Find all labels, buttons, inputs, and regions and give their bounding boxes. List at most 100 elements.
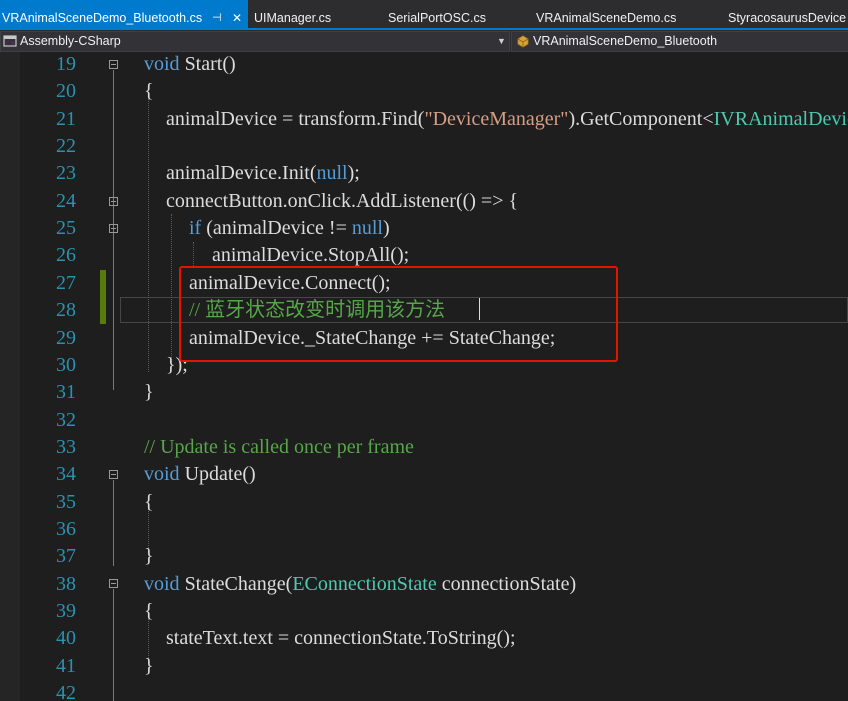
code-token: animalDevice.StopAll();	[212, 244, 410, 267]
code-token: ()	[222, 53, 236, 75]
line-number: 40	[56, 627, 76, 650]
collapse-icon[interactable]	[109, 224, 118, 233]
code-line: {	[144, 489, 154, 516]
code-token: "DeviceManager"	[424, 107, 569, 130]
line-number: 37	[56, 545, 76, 568]
line-number: 19	[56, 53, 76, 75]
pin-icon[interactable]: ⊣	[212, 0, 222, 28]
line-number: 20	[56, 80, 76, 103]
class-label: VRAnimalSceneDemo_Bluetooth	[533, 34, 718, 48]
line-number: 38	[56, 572, 76, 595]
code-line: }	[144, 543, 154, 570]
code-token: void	[144, 463, 185, 486]
line-number: 34	[56, 463, 76, 486]
project-label: Assembly-CSharp	[20, 34, 121, 48]
code-token: Update	[184, 463, 243, 486]
code-line: }	[144, 653, 154, 680]
code-token: }	[144, 545, 154, 568]
tab-serialportosc[interactable]: SerialPortOSC.cs	[368, 0, 516, 28]
collapse-icon[interactable]	[109, 470, 118, 479]
editor-margin	[0, 52, 20, 701]
indent-guide	[193, 242, 194, 268]
class-dropdown[interactable]: VRAnimalSceneDemo_Bluetooth	[511, 31, 848, 52]
line-number: 41	[56, 654, 76, 677]
line-number: 21	[56, 107, 76, 130]
tab-label: VRAnimalSceneDemo_Bluetooth.cs	[2, 11, 203, 25]
code-token: animalDevice = transform.Find(	[166, 107, 425, 130]
code-line: animalDevice.Init(null);	[166, 160, 360, 187]
code-token: null	[316, 162, 348, 185]
class-icon	[517, 35, 529, 48]
code-token: // Update is called once per frame	[144, 435, 414, 458]
line-number: 23	[56, 162, 76, 185]
code-token: null	[351, 217, 383, 240]
code-token: Start	[184, 53, 223, 75]
svg-text:C#: C#	[6, 41, 15, 48]
outline-line	[113, 589, 114, 701]
tab-uimanager[interactable]: UIManager.cs	[248, 0, 368, 28]
code-token: )	[383, 217, 390, 240]
text-cursor	[479, 298, 480, 320]
code-token: connectionState)	[436, 572, 577, 595]
code-editor[interactable]: 19 void Start() 20{21 animalDevice = transf…	[0, 52, 848, 701]
code-line: void Update()	[144, 461, 256, 488]
code-line: {	[144, 78, 154, 105]
code-token: ()	[242, 463, 256, 486]
change-marker	[100, 270, 106, 324]
code-line: connectButton.onClick.AddListener(() => …	[166, 188, 518, 215]
code-token: {	[144, 600, 154, 622]
collapse-icon[interactable]	[109, 197, 118, 206]
code-token: void	[144, 572, 185, 595]
code-line: void Start()	[144, 52, 236, 78]
code-token: (animalDevice !=	[206, 217, 352, 240]
code-token: void	[144, 53, 185, 75]
line-number: 27	[56, 271, 76, 294]
line-number: 32	[56, 408, 76, 431]
tab-label: UIManager.cs	[254, 11, 332, 25]
tab-label: StyracosaurusDevice	[728, 11, 847, 25]
tab-vranimalscenedemo-bluetooth[interactable]: VRAnimalSceneDemo_Bluetooth.cs ⊣ ✕	[0, 0, 248, 28]
code-line: void StateChange(EConnectionState connec…	[144, 571, 576, 598]
outline-line	[113, 480, 114, 566]
indent-guide	[148, 92, 149, 372]
tab-vranimalscenedemo[interactable]: VRAnimalSceneDemo.cs	[516, 0, 704, 28]
line-number: 29	[56, 326, 76, 349]
line-number: 26	[56, 244, 76, 267]
collapse-icon[interactable]	[109, 579, 118, 588]
indent-guide	[171, 214, 172, 362]
line-number: 35	[56, 490, 76, 513]
tab-styracosaurusdevice[interactable]: StyracosaurusDevice	[704, 0, 848, 28]
code-line: stateText.text = connectionState.ToStrin…	[166, 625, 516, 652]
chevron-down-icon: ▼	[497, 36, 506, 46]
code-line: animalDevice = transform.Find("DeviceMan…	[166, 106, 848, 133]
line-number: 30	[56, 353, 76, 376]
line-number: 22	[56, 135, 76, 158]
code-token: stateText.text = connectionState.ToStrin…	[166, 627, 516, 650]
code-line: // Update is called once per frame	[144, 434, 414, 461]
code-token: }	[144, 654, 154, 677]
tab-label: SerialPortOSC.cs	[388, 11, 486, 25]
close-icon[interactable]: ✕	[232, 0, 242, 28]
line-number: 36	[56, 517, 76, 540]
code-token: StateChange(	[184, 572, 293, 595]
line-number: 31	[56, 381, 76, 404]
code-token: if	[189, 217, 207, 240]
line-number: 33	[56, 435, 76, 458]
tab-label: VRAnimalSceneDemo.cs	[536, 11, 677, 25]
code-line: {	[144, 598, 154, 625]
code-token: }	[144, 381, 154, 404]
code-line: if (animalDevice != null)	[189, 215, 390, 242]
outline-line	[113, 234, 114, 260]
code-token: ).GetComponent<	[568, 107, 714, 130]
code-token: animalDevice.Init(	[166, 162, 317, 185]
code-token: {	[144, 80, 154, 103]
line-number: 39	[56, 600, 76, 622]
code-token: {	[144, 490, 154, 513]
collapse-icon[interactable]	[109, 60, 118, 69]
csharp-project-icon: C#	[3, 35, 17, 48]
code-line: }	[144, 379, 154, 406]
line-number: 42	[56, 682, 76, 701]
project-dropdown[interactable]: C# Assembly-CSharp ▼	[0, 31, 510, 52]
navigation-bar: C# Assembly-CSharp ▼ VRAnimalSceneDemo_B…	[0, 30, 848, 52]
code-token: connectButton.onClick.AddListener(() => …	[166, 189, 519, 212]
